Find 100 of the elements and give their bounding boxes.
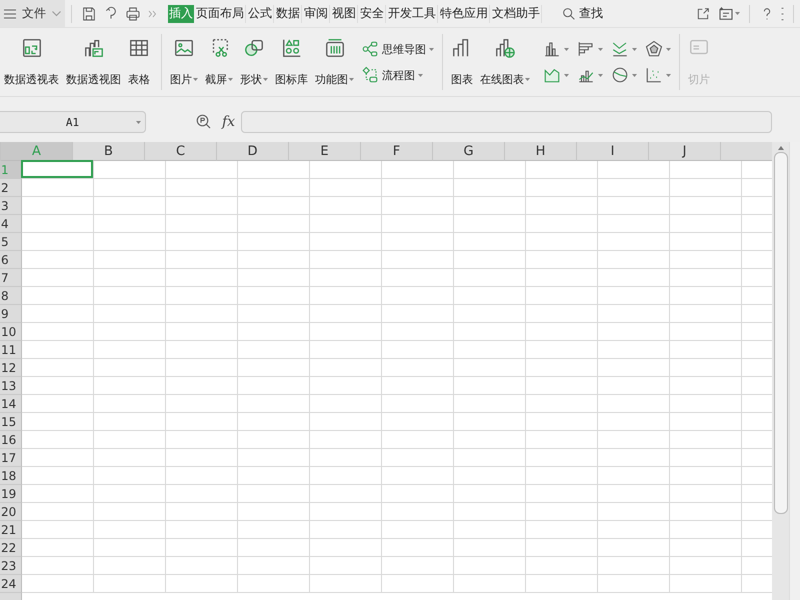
- row-header[interactable]: 19: [0, 485, 22, 503]
- pivot-chart-icon: [82, 37, 104, 59]
- radar-chart-icon: [645, 40, 663, 58]
- row-header[interactable]: 9: [0, 305, 22, 323]
- column-header[interactable]: D: [217, 142, 289, 161]
- caret-icon: [666, 74, 671, 76]
- row-header[interactable]: 23: [0, 557, 22, 575]
- caret-icon: [632, 74, 637, 76]
- ribbon-button[interactable]: 思维导图: [359, 40, 436, 58]
- ribbon-button[interactable]: 形状: [238, 37, 270, 87]
- row-header[interactable]: 5: [0, 233, 22, 251]
- row-header[interactable]: 4: [0, 215, 22, 233]
- column-chart-icon: [543, 40, 561, 58]
- row-header[interactable]: 14: [0, 395, 22, 413]
- ribbon-tab[interactable]: 特色应用: [439, 4, 490, 22]
- caret-icon: [666, 48, 671, 50]
- icon-library-icon: [280, 37, 302, 59]
- row-header[interactable]: 16: [0, 431, 22, 449]
- ribbon-button[interactable]: 数据透视表: [2, 37, 61, 87]
- file-menu-button[interactable]: 文件: [0, 0, 65, 27]
- save-icon: [81, 6, 97, 22]
- area-chart-icon: [543, 66, 561, 84]
- ribbon-button[interactable]: 表格: [126, 37, 152, 87]
- menu-icon: [4, 8, 16, 18]
- row-header[interactable]: 6: [0, 251, 22, 269]
- caret-icon: [598, 74, 603, 76]
- caret-icon: [598, 48, 603, 50]
- row-header[interactable]: 7: [0, 269, 22, 287]
- pivot-table-icon: [20, 37, 42, 59]
- ribbon-tab[interactable]: 视图: [331, 4, 358, 22]
- column-header[interactable]: C: [145, 142, 217, 161]
- formula-field[interactable]: [241, 111, 772, 133]
- online-chart-icon: [494, 37, 516, 59]
- ribbon-button[interactable]: 图表: [449, 37, 475, 87]
- ribbon-button[interactable]: 图标库: [273, 37, 310, 87]
- ribbon-button[interactable]: 截屏: [203, 37, 235, 87]
- row-header[interactable]: 17: [0, 449, 22, 467]
- ribbon-button[interactable]: 功能图: [313, 37, 356, 87]
- print-icon: [125, 6, 141, 22]
- scroll-up-icon: [778, 146, 784, 150]
- note-icon: [717, 4, 735, 22]
- table-icon: [128, 37, 150, 59]
- row-header[interactable]: 22: [0, 539, 22, 557]
- row-header[interactable]: 24: [0, 575, 22, 593]
- ribbon-tab[interactable]: 页面布局: [195, 4, 246, 22]
- column-header[interactable]: E: [289, 142, 361, 161]
- name-box[interactable]: A1: [0, 111, 146, 133]
- function-label: fx: [222, 114, 236, 130]
- share-icon: [695, 6, 711, 22]
- scatter-chart-icon: [645, 66, 663, 84]
- caret-icon: [564, 48, 569, 50]
- row-header[interactable]: 8: [0, 287, 22, 305]
- caret-icon: [632, 48, 637, 50]
- column-header[interactable]: F: [361, 142, 433, 161]
- ribbon-tab[interactable]: 开发工具: [387, 4, 438, 22]
- caret-icon: [136, 121, 141, 124]
- ribbon-tab[interactable]: 文档助手: [491, 4, 542, 22]
- ribbon-tab[interactable]: 公式: [247, 4, 274, 22]
- chevron-down-icon: [52, 10, 61, 16]
- row-header[interactable]: 21: [0, 521, 22, 539]
- ribbon-tab[interactable]: 审阅: [303, 4, 330, 22]
- chart-library-icon: [324, 37, 346, 59]
- line-chart-icon: [611, 40, 629, 58]
- column-header[interactable]: G: [433, 142, 505, 161]
- undo-icon: [103, 6, 119, 22]
- column-header[interactable]: B: [73, 142, 145, 161]
- chart-type-button[interactable]: [643, 40, 673, 58]
- row-header[interactable]: 20: [0, 503, 22, 521]
- table-cell[interactable]: [22, 161, 94, 179]
- pie-chart-icon: [611, 66, 629, 84]
- ribbon-button[interactable]: 流程图: [359, 66, 436, 84]
- mind-map-icon: [361, 40, 379, 58]
- search-button[interactable]: 查找: [561, 5, 603, 22]
- column-header[interactable]: [721, 142, 772, 161]
- row-header[interactable]: 15: [0, 413, 22, 431]
- shapes-icon: [243, 37, 265, 59]
- row-header[interactable]: 12: [0, 359, 22, 377]
- active-cell-border: [21, 160, 93, 178]
- caret-icon: [735, 12, 740, 15]
- flowchart-icon: [361, 66, 379, 84]
- column-header[interactable]: H: [505, 142, 577, 161]
- column-header[interactable]: J: [649, 142, 721, 161]
- zoom-icon: [195, 113, 213, 131]
- row-header[interactable]: 3: [0, 197, 22, 215]
- ribbon-tab[interactable]: 安全: [359, 4, 386, 22]
- row-header[interactable]: 10: [0, 323, 22, 341]
- row-header[interactable]: 11: [0, 341, 22, 359]
- row-header[interactable]: 13: [0, 377, 22, 395]
- column-header[interactable]: I: [577, 142, 649, 161]
- vertical-scrollbar[interactable]: [772, 142, 790, 600]
- caret-icon: [564, 74, 569, 76]
- ribbon-button[interactable]: 在线图表: [478, 37, 532, 87]
- row-header[interactable]: 2: [0, 179, 22, 197]
- scroll-thumb[interactable]: [774, 152, 788, 514]
- image-icon: [173, 37, 195, 59]
- search-icon: [561, 6, 577, 22]
- row-header[interactable]: 18: [0, 467, 22, 485]
- ribbon-button[interactable]: 数据透视图: [64, 37, 123, 87]
- ribbon-tab[interactable]: 数据: [275, 4, 302, 22]
- ribbon-button[interactable]: 图片: [168, 37, 200, 87]
